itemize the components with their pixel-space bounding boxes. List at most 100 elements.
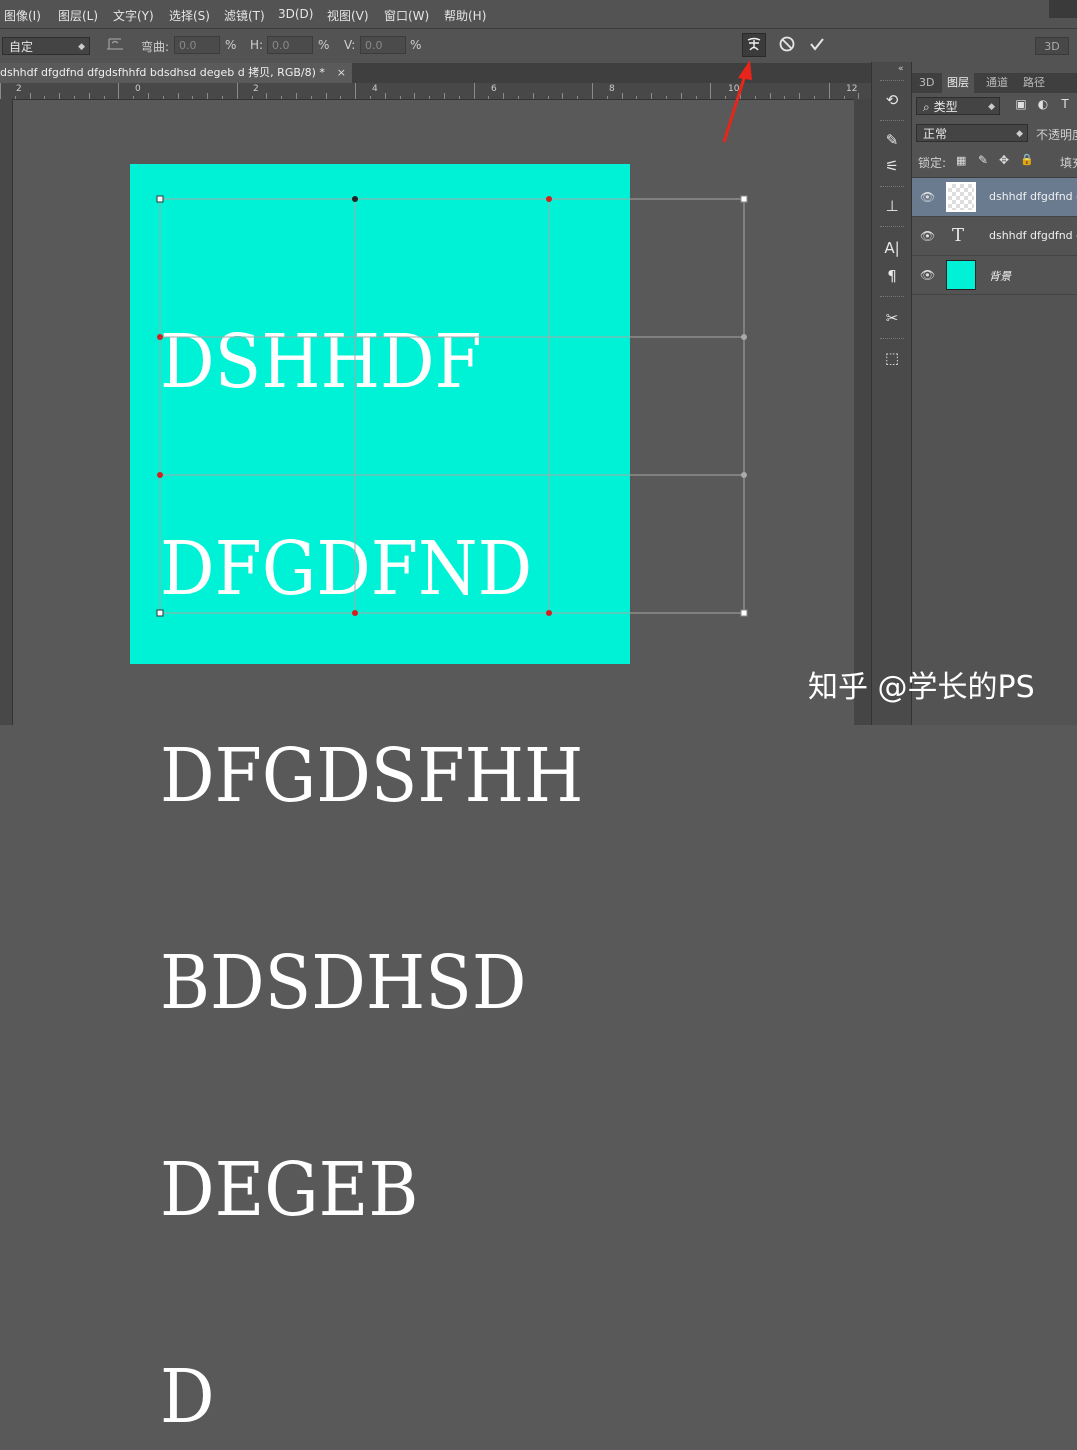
panel-tabs: 3D 图层 通道 路径 xyxy=(912,73,1077,93)
tab-paths[interactable]: 路径 xyxy=(1018,73,1050,93)
visibility-eye-icon[interactable]: 👁 xyxy=(920,268,935,282)
window-minimize-button[interactable] xyxy=(1049,0,1077,18)
character-icon[interactable]: A| xyxy=(878,236,906,260)
close-tab-icon[interactable]: × xyxy=(337,63,346,83)
type-filter-icon[interactable]: T xyxy=(1058,97,1072,113)
menu-select[interactable]: 选择(S) xyxy=(169,7,210,24)
blend-mode-select[interactable]: 正常 ◆ xyxy=(916,124,1028,142)
menu-help[interactable]: 帮助(H) xyxy=(444,7,486,24)
brush-presets-icon[interactable]: ✎ xyxy=(878,128,906,152)
menu-type[interactable]: 文字(Y) xyxy=(113,7,154,24)
lock-image-icon[interactable]: ✎ xyxy=(978,153,988,167)
warped-text-layer[interactable]: DSHHDF DFGDFND DFGDSFHH BDSDHSD DEGEB D xyxy=(160,190,583,1450)
select-arrow-icon: ◆ xyxy=(78,42,85,52)
text-line: D xyxy=(160,1354,215,1440)
ruler-tick xyxy=(844,96,845,99)
cancel-icon xyxy=(779,36,795,52)
collapse-dock-icon[interactable]: « xyxy=(898,64,904,74)
ruler-tick xyxy=(636,96,637,99)
h-distortion-input[interactable]: 0.0 xyxy=(267,36,313,54)
ruler-tick xyxy=(503,93,504,99)
dock-grip[interactable] xyxy=(880,296,904,300)
image-filter-icon[interactable]: ▣ xyxy=(1014,97,1028,113)
ruler-tick xyxy=(118,83,119,99)
ruler-tick xyxy=(222,96,223,99)
layer-filter-select[interactable]: ⌕ 类型 ◆ xyxy=(916,97,1000,115)
menu-image[interactable]: 图像(I) xyxy=(4,7,41,24)
ruler-tick xyxy=(666,96,667,99)
visibility-eye-icon[interactable]: 👁 xyxy=(920,190,935,204)
ruler-tick xyxy=(385,93,386,99)
tab-layers[interactable]: 图层 xyxy=(942,73,974,93)
menu-window[interactable]: 窗口(W) xyxy=(384,7,429,24)
ruler-tick xyxy=(592,83,593,99)
document-tab[interactable]: dshhdf dfgdfnd dfgdsfhhfd bdsdhsd degeb … xyxy=(0,63,352,83)
text-line: DEGEB xyxy=(160,1147,419,1233)
ruler-label: 2 xyxy=(253,84,259,94)
dock-grip[interactable] xyxy=(880,120,904,124)
clone-source-icon[interactable]: ⊥ xyxy=(878,194,906,218)
ruler-tick xyxy=(429,96,430,99)
toggle-warp-transform-button[interactable] xyxy=(742,33,766,57)
ruler-tick xyxy=(474,83,475,99)
ruler-tick xyxy=(414,93,415,99)
lock-all-icon[interactable]: 🔒 xyxy=(1020,153,1034,166)
dock-grip[interactable] xyxy=(880,338,904,342)
menu-filter[interactable]: 滤镜(T) xyxy=(224,7,265,24)
warp-preset-value: 自定 xyxy=(9,40,34,54)
tab-3d[interactable]: 3D xyxy=(914,73,939,93)
ruler-tick xyxy=(207,93,208,99)
search-icon: ⌕ xyxy=(923,100,930,114)
dock-grip[interactable] xyxy=(880,226,904,230)
layer-row-smart-object[interactable]: 👁 dshhdf dfgdfnd d xyxy=(912,178,1077,217)
3d-panel-icon[interactable]: ⬚ xyxy=(878,346,906,370)
cancel-transform-button[interactable] xyxy=(776,34,798,56)
ruler-tick xyxy=(770,93,771,99)
select-arrow-icon: ◆ xyxy=(1016,129,1023,139)
ruler-tick xyxy=(281,96,282,99)
ruler-tick xyxy=(400,96,401,99)
warp-orientation-icon[interactable] xyxy=(104,35,126,57)
menu-layer[interactable]: 图层(L) xyxy=(58,7,98,24)
adjustment-filter-icon[interactable]: ◐ xyxy=(1036,97,1050,113)
ruler-tick xyxy=(133,96,134,99)
bend-label: 弯曲: xyxy=(141,40,170,54)
layer-row-background[interactable]: 👁 背景 xyxy=(912,256,1077,295)
bend-input[interactable]: 0.0 xyxy=(174,36,220,54)
watermark: 知乎 @学长的PS xyxy=(808,670,1035,705)
commit-transform-button[interactable] xyxy=(806,34,828,56)
v-percent: % xyxy=(410,38,422,52)
vertical-scrollbar[interactable] xyxy=(854,99,871,725)
ruler-tick xyxy=(548,96,549,99)
ruler-tick xyxy=(30,93,31,99)
h-percent: % xyxy=(318,38,330,52)
dock-grip[interactable] xyxy=(880,186,904,190)
ruler-label: 2 xyxy=(16,84,22,94)
paragraph-icon[interactable]: ¶ xyxy=(878,264,906,288)
dock-grip[interactable] xyxy=(880,80,904,84)
layer-row-text[interactable]: 👁 T dshhdf dfgdfnd d xyxy=(912,217,1077,256)
panel-dock: « ⟲ ✎ ⚟ ⊥ A| ¶ ✂ ⬚ xyxy=(871,62,912,725)
ruler-tick xyxy=(740,93,741,99)
menu-3d[interactable]: 3D(D) xyxy=(278,7,313,21)
ruler-label: 12 xyxy=(846,84,858,94)
3d-mode-button[interactable]: 3D xyxy=(1035,37,1069,55)
layers-panel: 3D 图层 通道 路径 ⌕ 类型 ◆ ▣ ◐ T 正常 ◆ 不透明度 锁定: ▦… xyxy=(911,62,1077,725)
ruler-tick xyxy=(89,93,90,99)
brush-icon[interactable]: ⚟ xyxy=(878,154,906,178)
layer-name: 背景 xyxy=(989,270,1011,283)
warp-preset-select[interactable]: 自定 ◆ xyxy=(2,37,90,55)
lock-position-icon[interactable]: ✥ xyxy=(999,153,1009,167)
ruler-label: 8 xyxy=(609,84,615,94)
h-distortion-label: H: xyxy=(250,38,264,52)
lock-transparent-icon[interactable]: ▦ xyxy=(956,154,966,167)
menu-view[interactable]: 视图(V) xyxy=(327,7,369,24)
ruler-tick xyxy=(829,83,830,99)
tab-channels[interactable]: 通道 xyxy=(981,73,1013,93)
horizontal-ruler: 2 0 2 4 6 8 10 12 xyxy=(0,83,871,100)
tool-presets-icon[interactable]: ✂ xyxy=(878,306,906,330)
v-distortion-input[interactable]: 0.0 xyxy=(360,36,406,54)
visibility-eye-icon[interactable]: 👁 xyxy=(920,229,935,243)
history-icon[interactable]: ⟲ xyxy=(878,88,906,112)
ruler-tick xyxy=(59,93,60,99)
